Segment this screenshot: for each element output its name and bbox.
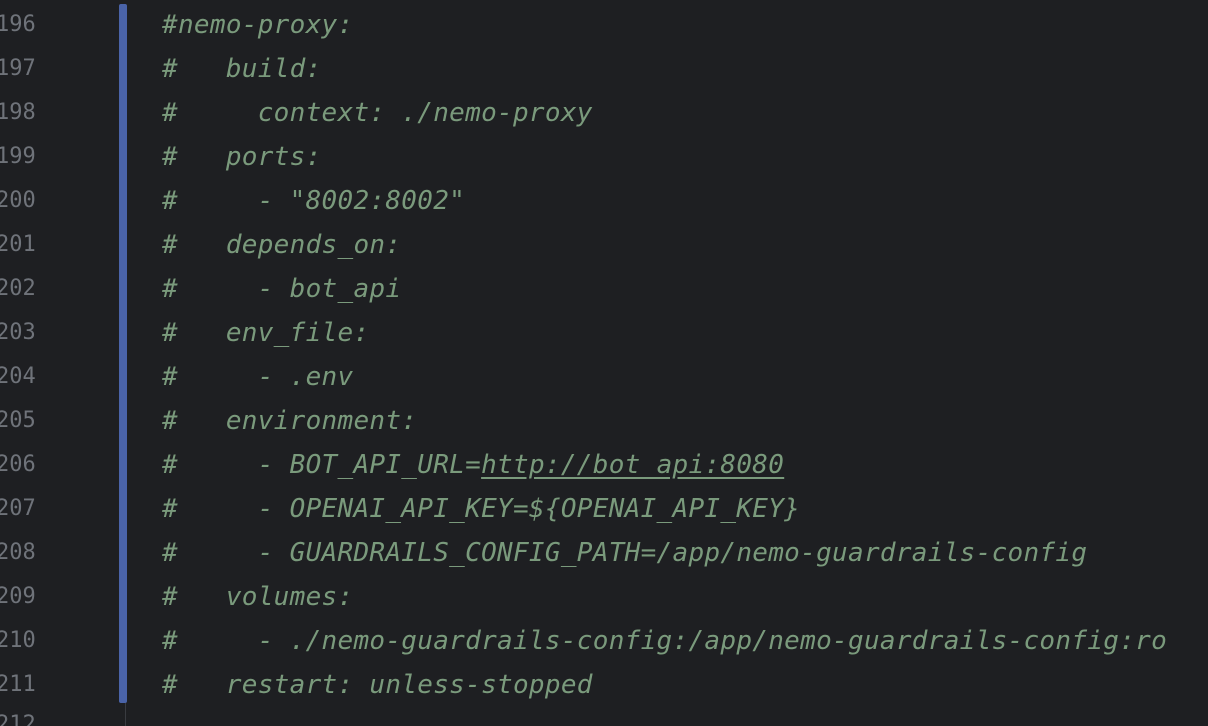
url-link[interactable]: http://bot_api:8080 <box>481 450 784 480</box>
line-number: 198 <box>0 100 36 125</box>
line-number: 202 <box>0 276 36 301</box>
code-text[interactable]: # - OPENAI_API_KEY=${OPENAI_API_KEY} <box>162 487 800 531</box>
code-text[interactable]: # depends_on: <box>162 223 401 267</box>
line-number: 205 <box>0 408 36 433</box>
line-number: 206 <box>0 452 36 477</box>
line-number: 200 <box>0 188 36 213</box>
code-text[interactable]: # restart: unless-stopped <box>162 663 593 707</box>
code-text[interactable]: # context: ./nemo-proxy <box>162 91 593 135</box>
code-line[interactable]: 204 # - .env <box>0 355 1208 399</box>
code-line[interactable]: 198 # context: ./nemo-proxy <box>0 91 1208 135</box>
line-number: 207 <box>0 496 36 521</box>
code-line[interactable]: 202 # - bot_api <box>0 267 1208 311</box>
code-line[interactable]: 201 # depends_on: <box>0 223 1208 267</box>
code-text[interactable]: # - .env <box>162 355 353 399</box>
code-text[interactable]: # - ./nemo-guardrails-config:/app/nemo-g… <box>162 619 1167 663</box>
line-number: 211 <box>0 672 36 697</box>
code-text[interactable]: # ports: <box>162 135 322 179</box>
code-text[interactable]: # build: <box>162 47 322 91</box>
code-line[interactable]: 211 # restart: unless-stopped <box>0 663 1208 707</box>
line-number: 196 <box>0 12 36 37</box>
code-line[interactable]: 197 # build: <box>0 47 1208 91</box>
code-text[interactable]: # - GUARDRAILS_CONFIG_PATH=/app/nemo-gua… <box>162 531 1087 575</box>
code-text-prefix: # - BOT_API_URL= <box>162 450 482 480</box>
code-line[interactable]: 209 # volumes: <box>0 575 1208 619</box>
code-line[interactable]: 205 # environment: <box>0 399 1208 443</box>
code-text[interactable]: # volumes: <box>162 575 353 619</box>
code-text[interactable]: #nemo-proxy: <box>162 3 353 47</box>
line-number: 210 <box>0 628 36 653</box>
line-number: 199 <box>0 144 36 169</box>
partial-line-number: 212 <box>0 714 36 726</box>
code-line[interactable]: 203 # env_file: <box>0 311 1208 355</box>
code-text[interactable]: # - bot_api <box>162 267 401 311</box>
code-line[interactable]: 208 # - GUARDRAILS_CONFIG_PATH=/app/nemo… <box>0 531 1208 575</box>
line-number: 203 <box>0 320 36 345</box>
line-number: 209 <box>0 584 36 609</box>
code-line[interactable]: 199 # ports: <box>0 135 1208 179</box>
line-number: 201 <box>0 232 36 257</box>
code-line[interactable]: 210 # - ./nemo-guardrails-config:/app/ne… <box>0 619 1208 663</box>
code-line[interactable]: 206 # - BOT_API_URL=http://bot_api:8080 <box>0 443 1208 487</box>
code-line[interactable]: 196 #nemo-proxy: <box>0 3 1208 47</box>
code-text[interactable]: # - BOT_API_URL=http://bot_api:8080 <box>162 443 784 487</box>
code-text[interactable]: # env_file: <box>162 311 369 355</box>
code-line[interactable]: 200 # - "8002:8002" <box>0 179 1208 223</box>
code-line[interactable]: 207 # - OPENAI_API_KEY=${OPENAI_API_KEY} <box>0 487 1208 531</box>
code-text[interactable]: # environment: <box>162 399 417 443</box>
line-number: 197 <box>0 56 36 81</box>
line-number: 204 <box>0 364 36 389</box>
code-editor[interactable]: 196 #nemo-proxy: 197 # build: 198 # cont… <box>0 0 1208 726</box>
code-text[interactable]: # - "8002:8002" <box>162 179 465 223</box>
code-lines: 196 #nemo-proxy: 197 # build: 198 # cont… <box>0 3 1208 707</box>
line-number: 208 <box>0 540 36 565</box>
